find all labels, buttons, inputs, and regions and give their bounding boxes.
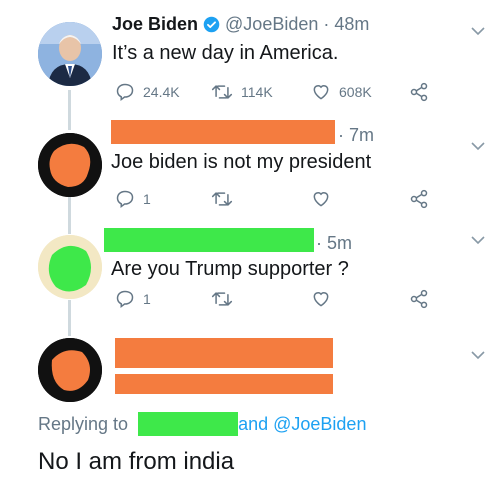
- retweet-count: 114K: [241, 84, 273, 100]
- chevron-down-icon[interactable]: [470, 141, 486, 151]
- biden-avatar-image: [38, 22, 102, 86]
- tweet-header: · 5m: [316, 233, 352, 254]
- author-name-redacted: [111, 120, 335, 144]
- retweet-icon: [211, 85, 233, 99]
- like-icon: [313, 292, 329, 307]
- like-button[interactable]: 608K: [311, 82, 372, 102]
- author-name-redacted: [115, 338, 333, 368]
- retweet-button[interactable]: [211, 289, 233, 309]
- tweet-actions: 24.4K 114K 608K: [115, 82, 435, 104]
- tweet-text: Are you Trump supporter ?: [111, 258, 349, 280]
- reply-icon: [116, 290, 134, 308]
- tweet-reply-2[interactable]: · 5m Are you Trump supporter ? 1: [0, 225, 504, 330]
- avatar[interactable]: [38, 235, 102, 299]
- author-name-redacted: [104, 228, 314, 252]
- tweet-header: Joe Biden @JoeBiden · 48m: [112, 14, 369, 35]
- share-button[interactable]: [409, 289, 429, 309]
- like-icon: [313, 192, 329, 207]
- like-icon: [313, 85, 329, 100]
- avatar-image-redacted: [38, 133, 102, 197]
- replying-to-label: Replying to: [38, 414, 129, 434]
- avatar[interactable]: [38, 133, 102, 197]
- tweet-actions: 1: [115, 289, 435, 311]
- share-button[interactable]: [409, 189, 429, 209]
- mention-joebiden-link[interactable]: and @JoeBiden: [238, 414, 366, 434]
- verified-badge-icon: [203, 16, 220, 33]
- tweet-header: · 7m: [338, 125, 374, 146]
- tweet-biden[interactable]: Joe Biden @JoeBiden · 48m It’s a new day…: [0, 0, 504, 115]
- mention-redacted: [138, 412, 238, 436]
- avatar-image-redacted: [38, 338, 102, 402]
- tweet-reply-1[interactable]: · 7m Joe biden is not my president 1: [0, 115, 504, 225]
- reply-icon: [116, 83, 134, 101]
- share-icon: [410, 82, 428, 102]
- reply-button[interactable]: 1: [115, 189, 151, 209]
- author-handle-redacted: [115, 374, 333, 394]
- tweet-time[interactable]: · 7m: [338, 125, 374, 146]
- retweet-icon: [211, 192, 233, 206]
- reply-button[interactable]: 24.4K: [115, 82, 180, 102]
- chevron-down-icon[interactable]: [470, 235, 486, 245]
- chevron-down-icon[interactable]: [470, 350, 486, 360]
- retweet-icon: [211, 292, 233, 306]
- reply-icon: [116, 190, 134, 208]
- like-count: 608K: [339, 84, 372, 100]
- chevron-down-icon[interactable]: [470, 26, 486, 36]
- like-button[interactable]: [311, 289, 331, 309]
- avatar[interactable]: [38, 22, 102, 86]
- tweet-text: It’s a new day in America.: [112, 42, 339, 64]
- like-button[interactable]: [311, 189, 331, 209]
- reply-button[interactable]: 1: [115, 289, 151, 309]
- tweet-time[interactable]: · 5m: [316, 233, 352, 254]
- reply-count: 1: [143, 291, 151, 307]
- share-icon: [410, 289, 428, 309]
- tweet-text: Joe biden is not my president: [111, 151, 372, 173]
- tweet-time[interactable]: · 48m: [323, 14, 369, 35]
- author-handle[interactable]: @JoeBiden: [225, 14, 318, 35]
- avatar[interactable]: [38, 338, 102, 402]
- retweet-button[interactable]: 114K: [211, 82, 273, 102]
- share-icon: [410, 189, 428, 209]
- tweet-actions: 1: [115, 189, 435, 211]
- reply-text: No I am from india: [38, 448, 235, 475]
- reply-count: 24.4K: [143, 84, 180, 100]
- avatar-image-redacted: [38, 235, 102, 299]
- share-button[interactable]: [409, 82, 429, 102]
- retweet-button[interactable]: [211, 189, 233, 209]
- author-name[interactable]: Joe Biden: [112, 14, 198, 35]
- reply-count: 1: [143, 191, 151, 207]
